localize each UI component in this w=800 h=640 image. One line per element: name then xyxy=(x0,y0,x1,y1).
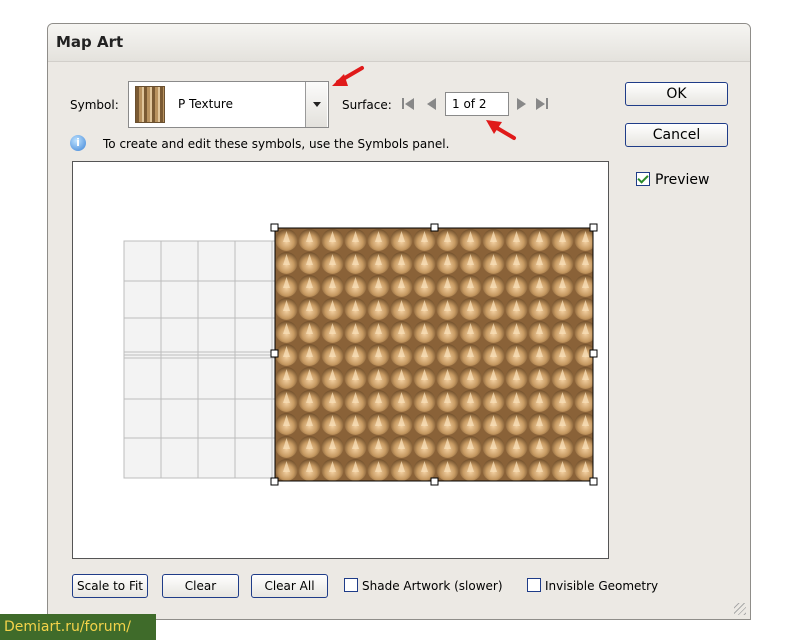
title-bar[interactable]: Map Art xyxy=(48,24,750,62)
info-text: To create and edit these symbols, use th… xyxy=(103,137,450,151)
clear-button[interactable]: Clear xyxy=(162,574,239,598)
symbol-swatch xyxy=(135,86,165,123)
shade-artwork-label: Shade Artwork (slower) xyxy=(362,579,503,593)
resize-grip-icon[interactable] xyxy=(734,603,746,615)
symbol-label: Symbol: xyxy=(70,98,119,112)
preview-label: Preview xyxy=(655,172,710,188)
next-surface-button[interactable] xyxy=(515,97,529,111)
surface-label: Surface: xyxy=(342,98,392,112)
previous-surface-button[interactable] xyxy=(425,97,439,111)
symbol-dropdown-button[interactable] xyxy=(305,82,327,127)
ok-button[interactable]: OK xyxy=(625,82,728,106)
texture-map xyxy=(275,228,593,481)
first-surface-button[interactable] xyxy=(402,97,416,111)
last-surface-button[interactable] xyxy=(535,97,549,111)
info-icon: i xyxy=(70,135,86,151)
red-arrow-icon xyxy=(486,120,516,140)
chevron-down-icon xyxy=(313,102,321,107)
invisible-geometry-label: Invisible Geometry xyxy=(545,579,659,593)
symbol-value: P Texture xyxy=(178,97,233,111)
red-arrow-icon xyxy=(332,66,364,86)
surface-input[interactable] xyxy=(445,92,509,116)
map-art-dialog: Map Art Symbol: P Texture Surface: i To … xyxy=(47,23,751,620)
scale-to-fit-button[interactable]: Scale to Fit xyxy=(72,574,148,598)
preview-canvas[interactable] xyxy=(72,161,609,559)
clear-all-button[interactable]: Clear All xyxy=(251,574,328,598)
invisible-geometry-checkbox[interactable] xyxy=(527,578,541,592)
preview-graphic xyxy=(123,223,598,486)
cancel-button[interactable]: Cancel xyxy=(625,123,728,147)
watermark: Demiart.ru/forum/ xyxy=(0,614,156,640)
symbol-dropdown[interactable]: P Texture xyxy=(128,81,329,128)
dialog-title: Map Art xyxy=(56,33,124,51)
preview-checkbox[interactable] xyxy=(636,172,650,186)
shade-artwork-checkbox[interactable] xyxy=(344,578,358,592)
